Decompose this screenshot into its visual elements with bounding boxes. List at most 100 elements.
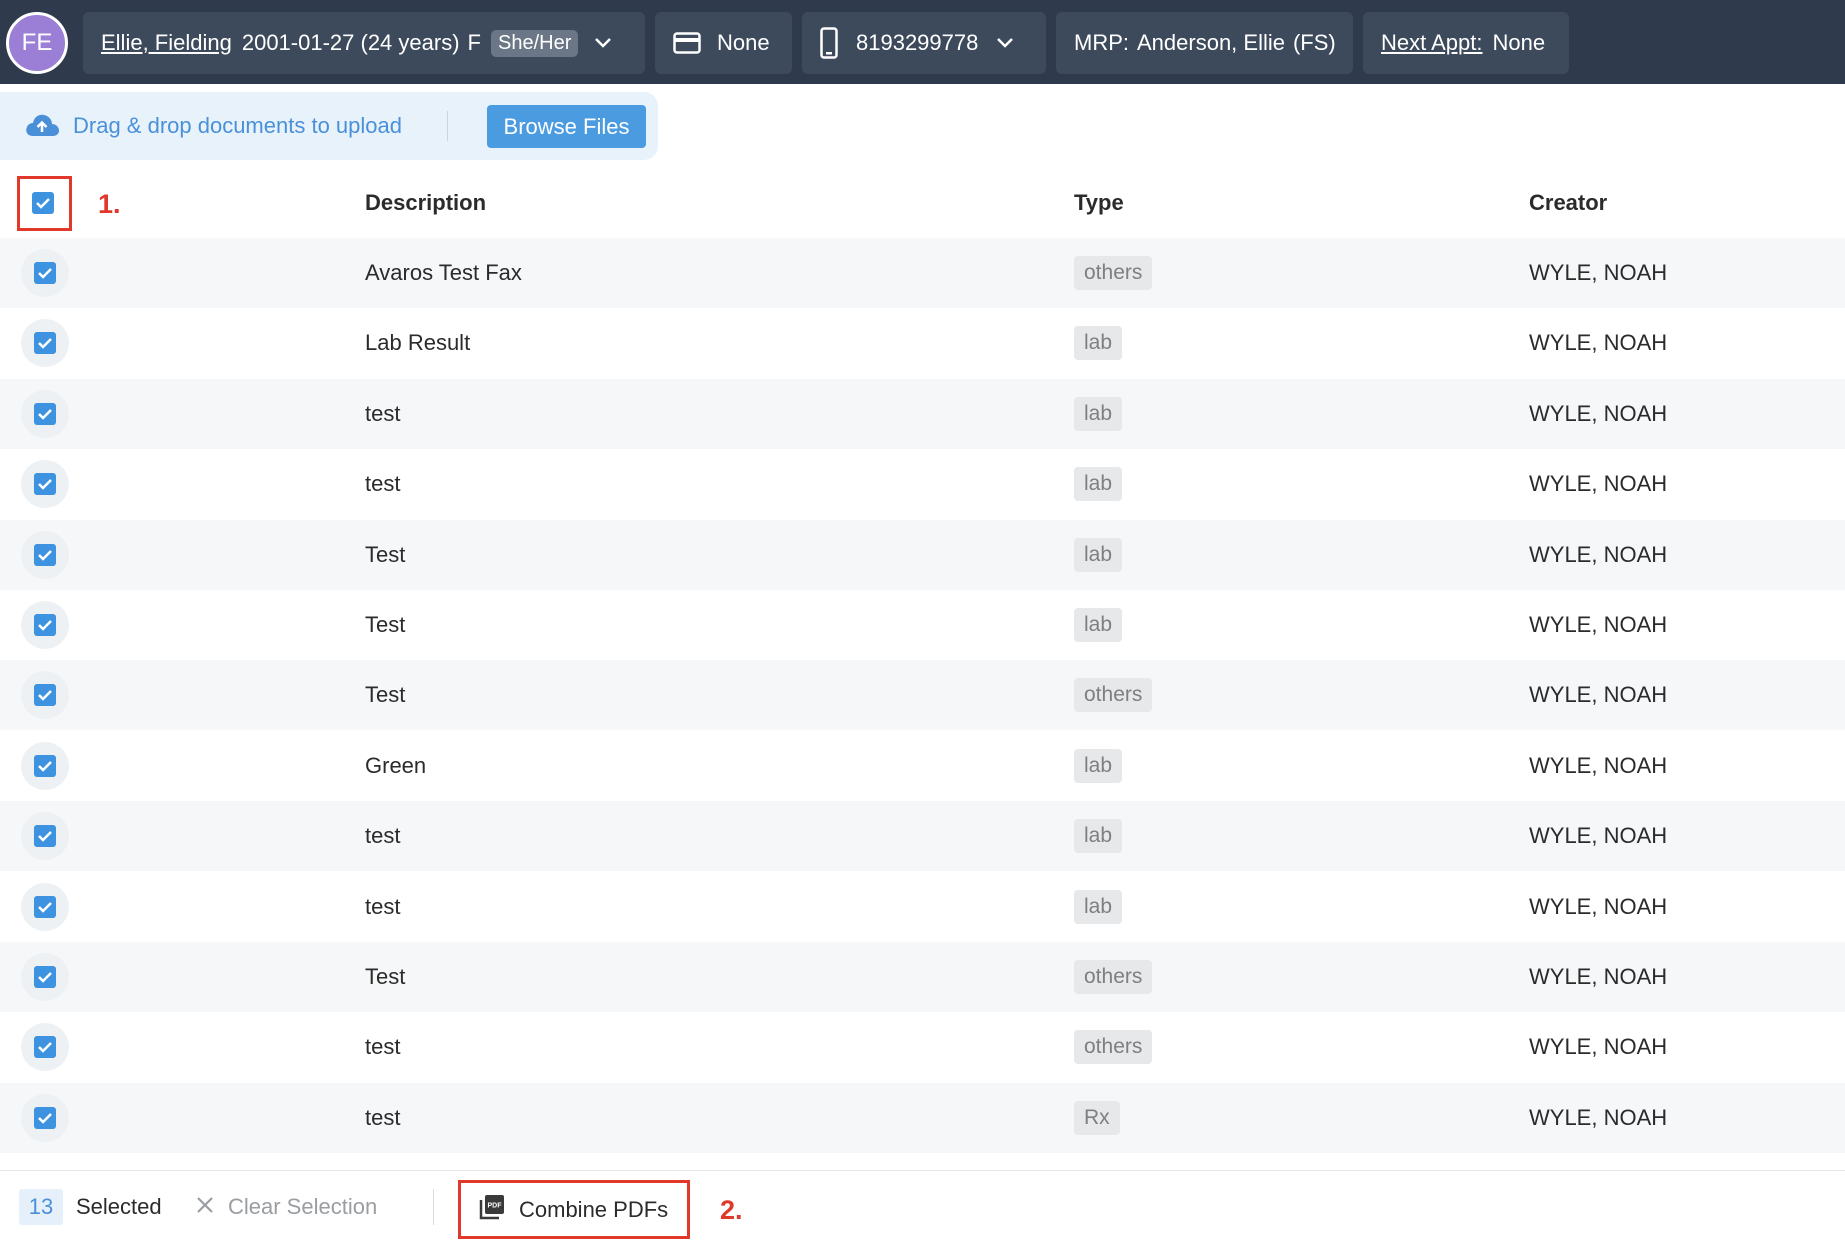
checkmark-icon	[38, 408, 52, 420]
step-2-label: 2.	[720, 1195, 743, 1225]
browse-files-button[interactable]: Browse Files	[487, 105, 646, 148]
row-type-tag: lab	[1074, 467, 1123, 502]
table-row[interactable]: Lab Result lab WYLE, NOAH	[0, 308, 1845, 378]
table-row[interactable]: test Rx WYLE, NOAH	[0, 1082, 1845, 1153]
row-description[interactable]: Green	[365, 731, 426, 801]
column-header-type[interactable]: Type	[1074, 168, 1124, 238]
row-type-cell: lab	[1074, 308, 1123, 378]
checkmark-icon	[38, 901, 52, 913]
row-checkbox-wrapper	[21, 460, 69, 509]
step-1-label: 1.	[98, 189, 121, 219]
row-description[interactable]: Test	[365, 520, 405, 590]
row-checkbox[interactable]	[34, 402, 56, 425]
row-creator: WYLE, NOAH	[1529, 893, 1668, 919]
row-description[interactable]: test	[365, 379, 400, 449]
clear-selection-label: Clear Selection	[228, 1194, 378, 1219]
row-creator: WYLE, NOAH	[1529, 260, 1668, 285]
table-row[interactable]: test lab WYLE, NOAH	[0, 801, 1845, 872]
combine-pdfs-button[interactable]: PDF Combine PDFs	[458, 1180, 690, 1239]
checkmark-icon	[38, 831, 52, 842]
row-description[interactable]: test	[365, 872, 400, 942]
table-row[interactable]: Test lab WYLE, NOAH	[0, 590, 1845, 660]
row-checkbox[interactable]	[34, 684, 56, 707]
row-type-cell: Rx	[1074, 1083, 1120, 1153]
mrp-suffix: (FS)	[1292, 30, 1336, 55]
table-row[interactable]: Test others WYLE, NOAH	[0, 942, 1845, 1012]
row-type-tag: lab	[1074, 537, 1123, 572]
patient-dob-age: 2001-01-27 (24 years)	[241, 30, 460, 55]
row-type-tag: others	[1074, 256, 1153, 290]
chevron-down-icon[interactable]	[594, 37, 612, 49]
row-creator: WYLE, NOAH	[1529, 400, 1668, 426]
row-creator: WYLE, NOAH	[1529, 471, 1668, 497]
row-type-cell: others	[1074, 942, 1153, 1012]
row-creator: WYLE, NOAH	[1529, 964, 1668, 989]
checkmark-icon	[38, 268, 52, 279]
row-checkbox[interactable]	[34, 543, 56, 566]
row-type-cell: others	[1074, 1012, 1153, 1082]
table-row[interactable]: test others WYLE, NOAH	[0, 1012, 1845, 1082]
row-type-tag: others	[1074, 1030, 1153, 1065]
row-checkbox[interactable]	[34, 262, 56, 284]
checkmark-icon	[38, 549, 52, 561]
select-all-checkbox[interactable]	[32, 192, 54, 214]
phone-chip[interactable]: 8193299778	[802, 12, 1046, 74]
row-type-tag: Rx	[1074, 1100, 1120, 1135]
next-appt-chip[interactable]: Next Appt: None	[1363, 12, 1569, 74]
clear-selection-button[interactable]: Clear Selection	[196, 1189, 377, 1225]
table-row[interactable]: Test lab WYLE, NOAH	[0, 519, 1845, 590]
mrp-label: MRP:	[1074, 30, 1129, 55]
insurance-chip[interactable]: None	[655, 12, 792, 74]
row-description[interactable]: test	[365, 1012, 400, 1082]
row-checkbox[interactable]	[34, 1036, 56, 1059]
column-header-creator[interactable]: Creator	[1529, 168, 1607, 238]
row-type-tag: lab	[1074, 396, 1123, 431]
row-description[interactable]: test	[365, 449, 400, 519]
upload-dropzone[interactable]: Drag & drop documents to upload Browse F…	[0, 92, 658, 160]
credit-card-icon	[673, 32, 701, 54]
row-checkbox[interactable]	[34, 754, 56, 777]
row-description[interactable]: Test	[365, 942, 405, 1012]
row-checkbox[interactable]	[34, 473, 56, 496]
row-checkbox[interactable]	[34, 614, 56, 636]
next-appt-link[interactable]: Next Appt:	[1381, 30, 1483, 56]
row-checkbox-wrapper	[21, 530, 69, 579]
cloud-upload-icon	[24, 112, 60, 143]
row-checkbox[interactable]	[34, 332, 56, 355]
table-row[interactable]: test lab WYLE, NOAH	[0, 378, 1845, 449]
row-type-cell: lab	[1074, 872, 1123, 942]
row-description[interactable]: Avaros Test Fax	[365, 238, 522, 308]
chevron-down-icon[interactable]	[996, 37, 1014, 49]
table-row[interactable]: test lab WYLE, NOAH	[0, 449, 1845, 519]
row-description[interactable]: Lab Result	[365, 308, 470, 378]
table-row[interactable]: test lab WYLE, NOAH	[0, 872, 1845, 942]
patient-name-link[interactable]: Ellie, Fielding	[101, 30, 232, 56]
table-row[interactable]: Test others WYLE, NOAH	[0, 660, 1845, 731]
table-row[interactable]: Green lab WYLE, NOAH	[0, 731, 1845, 801]
row-description[interactable]: Test	[365, 590, 405, 660]
avatar[interactable]: FE	[6, 12, 68, 74]
row-type-tag: lab	[1074, 748, 1123, 783]
row-type-cell: lab	[1074, 590, 1123, 660]
next-appt-value: None	[1492, 30, 1546, 55]
row-checkbox[interactable]	[34, 966, 56, 988]
selected-count-badge: 13	[19, 1189, 63, 1225]
row-checkbox-wrapper	[21, 601, 69, 649]
row-checkbox[interactable]	[34, 825, 56, 848]
row-description[interactable]: test	[365, 801, 400, 871]
mrp-chip[interactable]: MRP: Anderson, Ellie (FS)	[1056, 12, 1353, 74]
row-description[interactable]: test	[365, 1083, 400, 1153]
row-checkbox-wrapper	[21, 812, 69, 861]
row-checkbox[interactable]	[34, 1106, 56, 1129]
row-checkbox[interactable]	[34, 895, 56, 918]
patient-info-chip[interactable]: Ellie, Fielding 2001-01-27 (24 years) F …	[83, 12, 645, 74]
row-type-cell: lab	[1074, 731, 1123, 801]
table-row[interactable]: Avaros Test Fax others WYLE, NOAH	[0, 238, 1845, 308]
row-type-tag: others	[1074, 678, 1153, 713]
row-checkbox-wrapper	[21, 741, 69, 790]
row-description[interactable]: Test	[365, 660, 405, 730]
row-type-cell: others	[1074, 238, 1153, 308]
close-icon	[196, 1194, 214, 1220]
row-creator: WYLE, NOAH	[1529, 330, 1668, 356]
column-header-description[interactable]: Description	[365, 168, 486, 238]
